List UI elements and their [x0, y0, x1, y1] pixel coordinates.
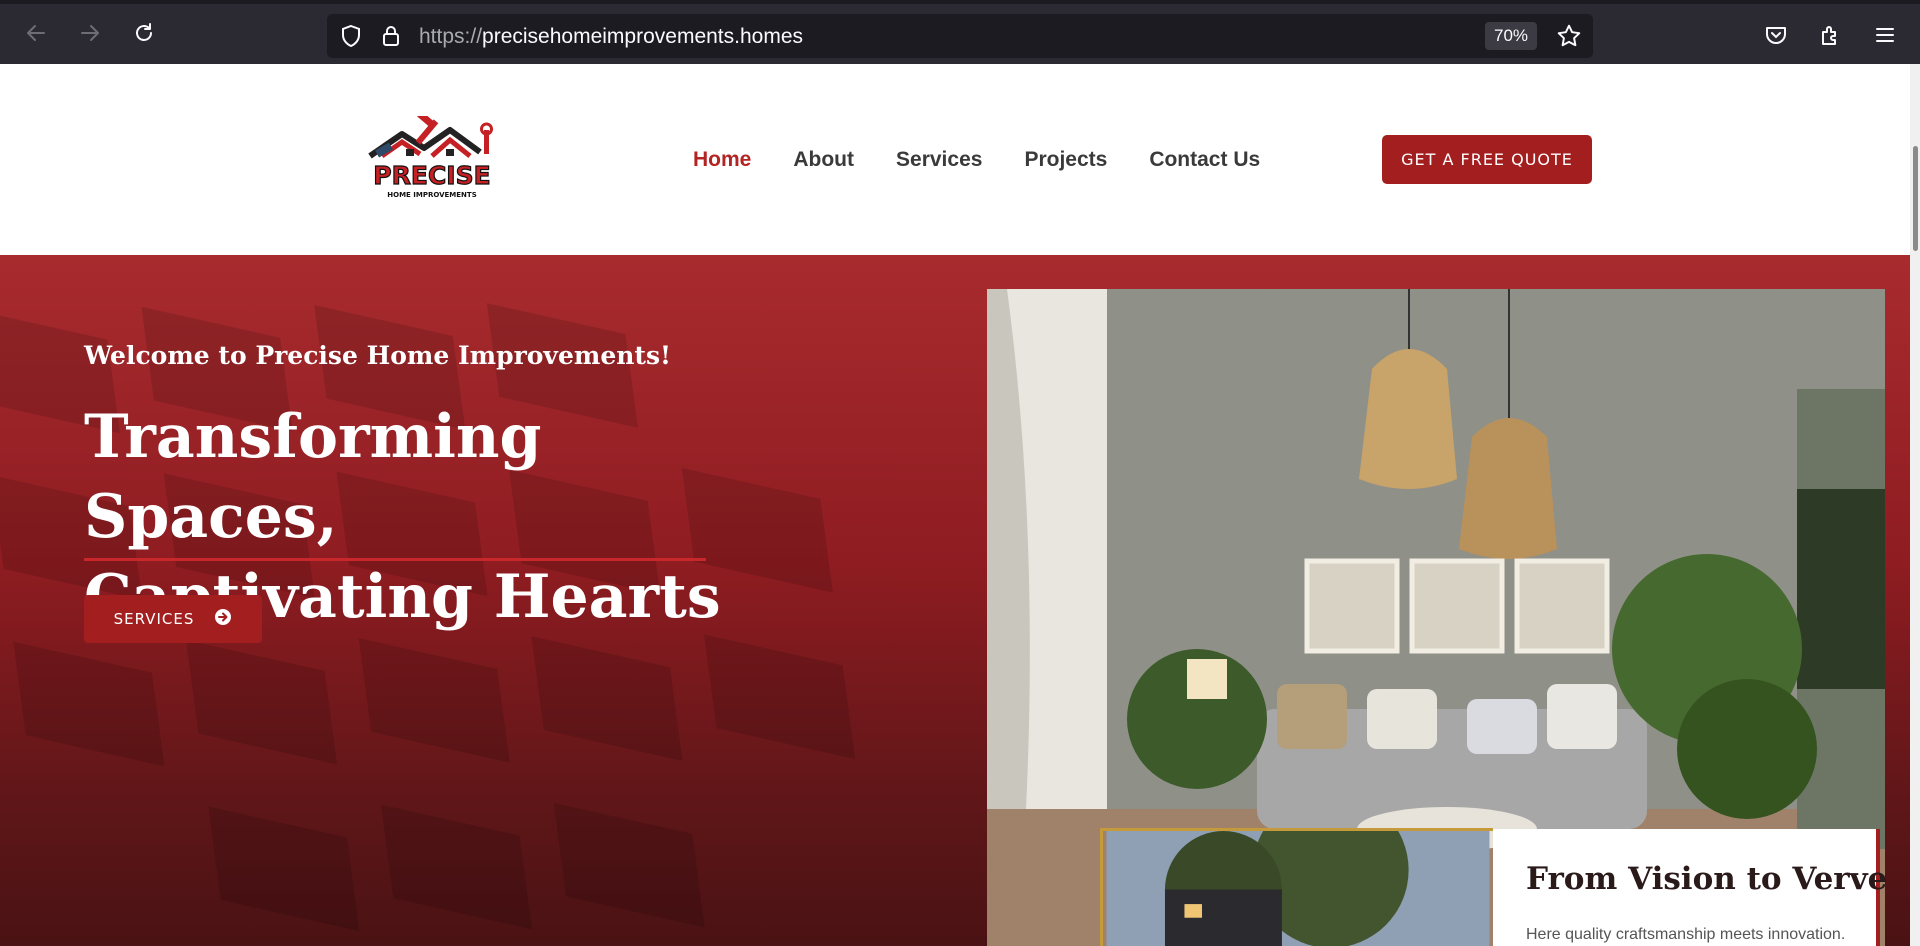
vision-card: From Vision to Verve Here quality crafts…	[1493, 829, 1887, 946]
zoom-level-badge[interactable]: 70%	[1485, 22, 1537, 50]
star-icon[interactable]	[1556, 23, 1582, 49]
site-header: PRECISE HOME IMPROVEMENTS Home About Ser…	[0, 64, 1920, 255]
services-button[interactable]: SERVICES	[84, 595, 262, 643]
nav-link-projects[interactable]: Projects	[1024, 148, 1107, 172]
reload-icon[interactable]	[131, 20, 157, 46]
pocket-icon[interactable]	[1763, 22, 1789, 48]
logo-wordmark: PRECISE	[373, 161, 490, 190]
circle-arrow-right-icon	[214, 608, 232, 630]
card-title: From Vision to Verve	[1526, 861, 1888, 897]
hero-welcome-text: Welcome to Precise Home Improvements!	[84, 341, 671, 370]
url-protocol: https://	[419, 25, 483, 48]
shield-icon[interactable]	[339, 24, 363, 48]
scrollbar-thumb[interactable]	[1913, 146, 1918, 251]
page-scrollbar[interactable]	[1910, 64, 1920, 946]
url-host: precisehomeimprovements.homes	[482, 25, 803, 48]
nav-link-home[interactable]: Home	[693, 148, 751, 172]
nav-link-about[interactable]: About	[793, 148, 854, 172]
logo-subtext: HOME IMPROVEMENTS	[387, 191, 476, 199]
forward-arrow-icon[interactable]	[77, 20, 103, 46]
house-exterior-image	[1100, 828, 1493, 946]
get-free-quote-button[interactable]: GET A FREE QUOTE	[1382, 135, 1592, 184]
browser-toolbar: https://precisehomeimprovements.homes 70…	[0, 0, 1920, 64]
precise-logo[interactable]: PRECISE HOME IMPROVEMENTS	[362, 111, 502, 206]
back-arrow-icon[interactable]	[23, 20, 49, 46]
menu-icon[interactable]	[1872, 22, 1898, 48]
card-text: Here quality craftsmanship meets innovat…	[1526, 926, 1846, 943]
hero-headline-line-1: Transforming Spaces,	[84, 402, 542, 552]
url-text[interactable]: https://precisehomeimprovements.homes	[419, 25, 803, 49]
nav-link-services[interactable]: Services	[896, 148, 982, 172]
address-bar[interactable]: https://precisehomeimprovements.homes 70…	[327, 14, 1593, 58]
lock-icon[interactable]	[379, 24, 403, 48]
extensions-icon[interactable]	[1818, 22, 1844, 48]
services-button-label: SERVICES	[113, 610, 195, 628]
main-nav: Home About Services Projects Contact Us	[693, 148, 1260, 172]
headline-underline	[84, 558, 706, 561]
hero-section: Welcome to Precise Home Improvements! Tr…	[0, 255, 1920, 946]
nav-link-contact[interactable]: Contact Us	[1149, 148, 1260, 172]
